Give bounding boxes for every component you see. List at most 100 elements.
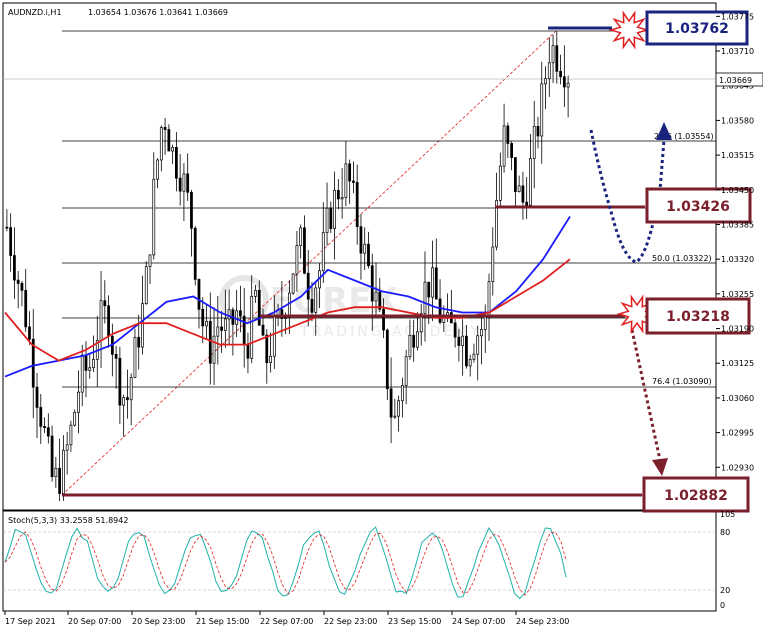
candle-bull bbox=[69, 424, 73, 446]
candle-bear bbox=[434, 267, 438, 300]
candle-bull bbox=[99, 300, 103, 341]
ohlc-label: 1.03654 1.03676 1.03641 1.03669 bbox=[88, 8, 228, 17]
candle-bear bbox=[107, 305, 110, 337]
candle-bear bbox=[438, 298, 442, 323]
candle-bull bbox=[156, 159, 159, 180]
candle-bull bbox=[566, 82, 570, 88]
time-tick-label: 24 Sep 07:00 bbox=[452, 617, 505, 626]
candle-bear bbox=[412, 334, 416, 348]
candle-bear bbox=[114, 354, 118, 359]
candle-bear bbox=[167, 129, 171, 152]
stoch-axis: 105 80 20 0 bbox=[720, 510, 735, 610]
chart-svg: FOREX TRADING ACADEMY AUDNZD.i,H1 1.0365… bbox=[2, 2, 763, 626]
stoch-label: Stoch(5,3,3) 33.2558 51.8942 bbox=[8, 516, 128, 525]
candle-bull bbox=[404, 356, 408, 386]
candle-bull bbox=[529, 158, 532, 206]
candle-bear bbox=[43, 426, 46, 428]
price-tick-label: 1.03450 bbox=[721, 186, 754, 195]
candle-bull bbox=[77, 391, 80, 413]
candle-bear bbox=[352, 180, 355, 183]
candle-bear bbox=[525, 201, 529, 206]
price-tick-label: 1.03580 bbox=[721, 116, 754, 125]
candle-bear bbox=[103, 300, 107, 307]
candle-bear bbox=[510, 143, 514, 158]
time-axis: 17 Sep 2021 20 Sep 07:00 20 Sep 23:00 21 Se… bbox=[4, 611, 569, 626]
level-box-mid-text: 1.03218 bbox=[666, 309, 730, 325]
candle-bull bbox=[272, 314, 276, 357]
candle-bull bbox=[491, 246, 495, 283]
price-tick-label: 1.03515 bbox=[721, 151, 754, 160]
candle-bear bbox=[20, 283, 24, 291]
time-tick-label: 22 Sep 07:00 bbox=[260, 617, 313, 626]
candle-bear bbox=[35, 386, 39, 408]
candle-bull bbox=[171, 147, 175, 152]
candle-bull bbox=[152, 178, 156, 256]
candle-bull bbox=[159, 127, 163, 161]
candle-bull bbox=[540, 83, 544, 137]
candle-bull bbox=[480, 329, 483, 337]
candle-bull bbox=[374, 291, 378, 302]
candle-bear bbox=[178, 177, 182, 192]
candle-bear bbox=[186, 173, 190, 193]
candle-bear bbox=[257, 290, 261, 326]
candle-bull bbox=[498, 165, 502, 201]
candle-bear bbox=[58, 467, 62, 494]
stoch-panel bbox=[2, 510, 717, 612]
candle-bull bbox=[88, 367, 92, 371]
candle-bull bbox=[133, 336, 137, 378]
candle-bull bbox=[148, 254, 152, 268]
candle-bull bbox=[431, 267, 434, 298]
level-box-bottom-text: 1.02882 bbox=[664, 488, 728, 504]
candle-bear bbox=[506, 125, 510, 144]
candle-bear bbox=[50, 435, 54, 478]
candle-bear bbox=[465, 335, 468, 367]
candle-bull bbox=[502, 125, 506, 167]
candle-bear bbox=[197, 279, 201, 310]
candle-bear bbox=[382, 308, 385, 331]
candle-bear bbox=[265, 334, 269, 364]
stoch-tick-label: 0 bbox=[720, 601, 725, 610]
candle-bull bbox=[122, 397, 126, 406]
time-tick-label: 21 Sep 15:00 bbox=[196, 617, 249, 626]
candle-bull bbox=[141, 303, 144, 348]
candle-bear bbox=[193, 227, 197, 280]
candle-bear bbox=[246, 344, 250, 359]
candle-bear bbox=[28, 326, 31, 340]
candle-bull bbox=[299, 227, 303, 246]
price-tick-label: 1.03775 bbox=[721, 12, 754, 21]
time-tick-label: 20 Sep 07:00 bbox=[68, 617, 121, 626]
candle-bull bbox=[487, 281, 491, 317]
candle-bull bbox=[408, 334, 412, 358]
candle-bull bbox=[73, 412, 77, 426]
candle-bear bbox=[513, 157, 517, 192]
candle-bull bbox=[235, 310, 239, 325]
candle-bear bbox=[348, 163, 352, 182]
candle-bear bbox=[559, 71, 562, 78]
candle-bull bbox=[287, 292, 291, 318]
candle-bull bbox=[325, 207, 329, 233]
candle-bear bbox=[118, 357, 122, 406]
candle-bull bbox=[227, 309, 231, 320]
candle-bear bbox=[174, 147, 178, 179]
candle-bull bbox=[547, 62, 551, 79]
stoch-tick-label: 20 bbox=[720, 586, 730, 595]
time-tick-label: 24 Sep 23:00 bbox=[516, 617, 569, 626]
candle-bear bbox=[521, 185, 525, 203]
price-tick-label: 1.02930 bbox=[721, 463, 754, 472]
candle-bear bbox=[562, 76, 566, 88]
level-box-bottom: 1.02882 bbox=[642, 476, 750, 513]
candle-bear bbox=[13, 255, 16, 281]
candle-bear bbox=[306, 272, 310, 300]
candle-bull bbox=[532, 126, 536, 159]
candle-bear bbox=[453, 322, 457, 338]
candle-bull bbox=[295, 245, 299, 275]
candle-bull bbox=[321, 232, 325, 272]
candle-bear bbox=[39, 407, 43, 427]
candle-bull bbox=[144, 266, 148, 305]
candle-bull bbox=[393, 415, 397, 418]
candle-bear bbox=[137, 336, 141, 348]
candle-bear bbox=[303, 227, 306, 274]
candle-bull bbox=[333, 190, 336, 229]
time-tick-label: 17 Sep 2021 bbox=[5, 617, 56, 626]
candle-bear bbox=[336, 190, 340, 200]
